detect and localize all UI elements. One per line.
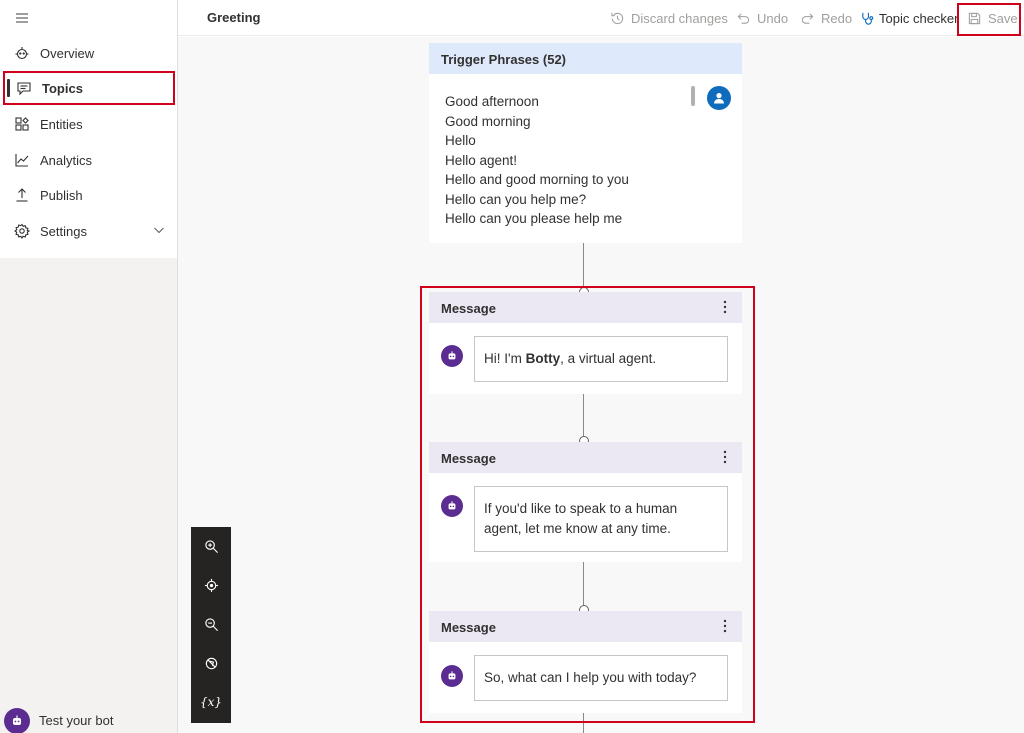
- message-title: Message: [441, 451, 496, 466]
- sidebar-item-publish[interactable]: Publish: [3, 178, 175, 212]
- message-node[interactable]: Message Hi! I'm Botty, a virtual agent.: [429, 292, 742, 394]
- message-title: Message: [441, 301, 496, 316]
- sidebar-item-label: Publish: [40, 187, 83, 203]
- trigger-phrases-title: Trigger Phrases (52): [429, 43, 742, 74]
- undo-button[interactable]: Undo: [736, 8, 788, 28]
- variables-button[interactable]: {x}: [199, 690, 223, 714]
- sidebar-item-label: Settings: [40, 223, 87, 239]
- trigger-phrases-card[interactable]: Trigger Phrases (52) Good afternoon Good…: [429, 43, 742, 243]
- zoom-out-icon: [204, 617, 218, 631]
- sidebar-item-label: Overview: [40, 45, 95, 61]
- trigger-scrollbar[interactable]: [691, 86, 695, 106]
- trigger-phrase: Hello and good morning to you: [445, 172, 629, 187]
- trigger-phrase: Good morning: [445, 113, 531, 129]
- connector-line: [583, 394, 584, 436]
- more-options-icon[interactable]: [718, 617, 732, 635]
- message-text-box[interactable]: So, what can I help you with today?: [474, 655, 728, 701]
- save-highlight-frame: [957, 3, 1021, 36]
- zoom-in-icon: [204, 539, 218, 553]
- hamburger-menu-icon[interactable]: [10, 6, 34, 30]
- more-options-icon[interactable]: [718, 298, 732, 316]
- bot-avatar-icon: [441, 665, 463, 687]
- trigger-phrase: Hello: [445, 133, 476, 148]
- zoom-toolbar: {x}: [191, 527, 231, 723]
- upload-icon: [12, 185, 32, 205]
- chat-icon: [14, 78, 34, 98]
- connector-line: [583, 713, 584, 733]
- sidebar-item-label: Analytics: [40, 152, 93, 168]
- minimap-toggle-button[interactable]: [199, 651, 223, 675]
- message-text-box[interactable]: If you'd like to speak to a human agent,…: [474, 486, 728, 552]
- connector-line: [583, 243, 584, 287]
- trigger-phrase: Hello can you help me?: [445, 191, 587, 207]
- trigger-list-cutoff: [429, 229, 742, 243]
- topic-header: Greeting Discard changes Undo Redo Topic…: [178, 0, 1024, 36]
- zoom-out-button[interactable]: [199, 612, 223, 636]
- discard-changes-button[interactable]: Discard changes: [610, 8, 728, 28]
- test-your-bot-label: Test your bot: [39, 713, 114, 728]
- test-your-bot-button[interactable]: Test your bot: [4, 707, 114, 733]
- undo-icon: [737, 12, 750, 24]
- map-off-icon: [205, 657, 217, 669]
- trigger-phrase: Hello agent!: [445, 152, 518, 168]
- trigger-phrases-list: Good afternoon Good morning Hello Hello …: [445, 92, 629, 229]
- sidebar-empty-area: [0, 258, 177, 733]
- redo-icon: [801, 12, 814, 24]
- message-node[interactable]: Message If you'd like to speak to a huma…: [429, 442, 742, 562]
- bot-avatar-icon: [441, 345, 463, 367]
- more-options-icon[interactable]: [718, 448, 732, 466]
- message-title: Message: [441, 620, 496, 635]
- recenter-button[interactable]: [199, 573, 223, 597]
- chart-line-icon: [12, 150, 32, 170]
- sidebar-item-label: Topics: [42, 80, 83, 96]
- connector-line: [583, 562, 584, 605]
- bot-avatar-icon: [4, 707, 30, 733]
- chevron-down-icon[interactable]: [153, 224, 165, 236]
- sidebar-item-overview[interactable]: Overview: [3, 36, 175, 70]
- authoring-canvas[interactable]: Trigger Phrases (52) Good afternoon Good…: [178, 37, 1024, 733]
- sidebar-item-entities[interactable]: Entities: [3, 107, 175, 141]
- page-title: Greeting: [207, 10, 261, 25]
- sidebar-item-topics[interactable]: Topics: [3, 71, 175, 105]
- history-icon: [611, 12, 624, 24]
- topic-checker-button[interactable]: Topic checker: [860, 8, 958, 28]
- sidebar-item-label: Entities: [40, 116, 83, 132]
- entities-icon: [12, 114, 32, 134]
- trigger-phrase: Good afternoon: [445, 94, 539, 109]
- bot-outline-icon: [12, 43, 32, 63]
- redo-button[interactable]: Redo: [800, 8, 852, 28]
- zoom-in-button[interactable]: [199, 534, 223, 558]
- sidebar-item-analytics[interactable]: Analytics: [3, 143, 175, 177]
- message-node[interactable]: Message So, what can I help you with tod…: [429, 611, 742, 713]
- sidebar-item-settings[interactable]: Settings: [3, 214, 175, 248]
- user-icon: [707, 86, 731, 110]
- bot-avatar-icon: [441, 495, 463, 517]
- message-text-box[interactable]: Hi! I'm Botty, a virtual agent.: [474, 336, 728, 382]
- trigger-phrase: Hello can you please help me: [445, 211, 623, 226]
- locate-icon: [204, 578, 218, 592]
- gear-icon: [12, 221, 32, 241]
- stethoscope-icon: [862, 12, 874, 25]
- sidebar: Overview Topics Entities Analytics Publi…: [0, 0, 178, 733]
